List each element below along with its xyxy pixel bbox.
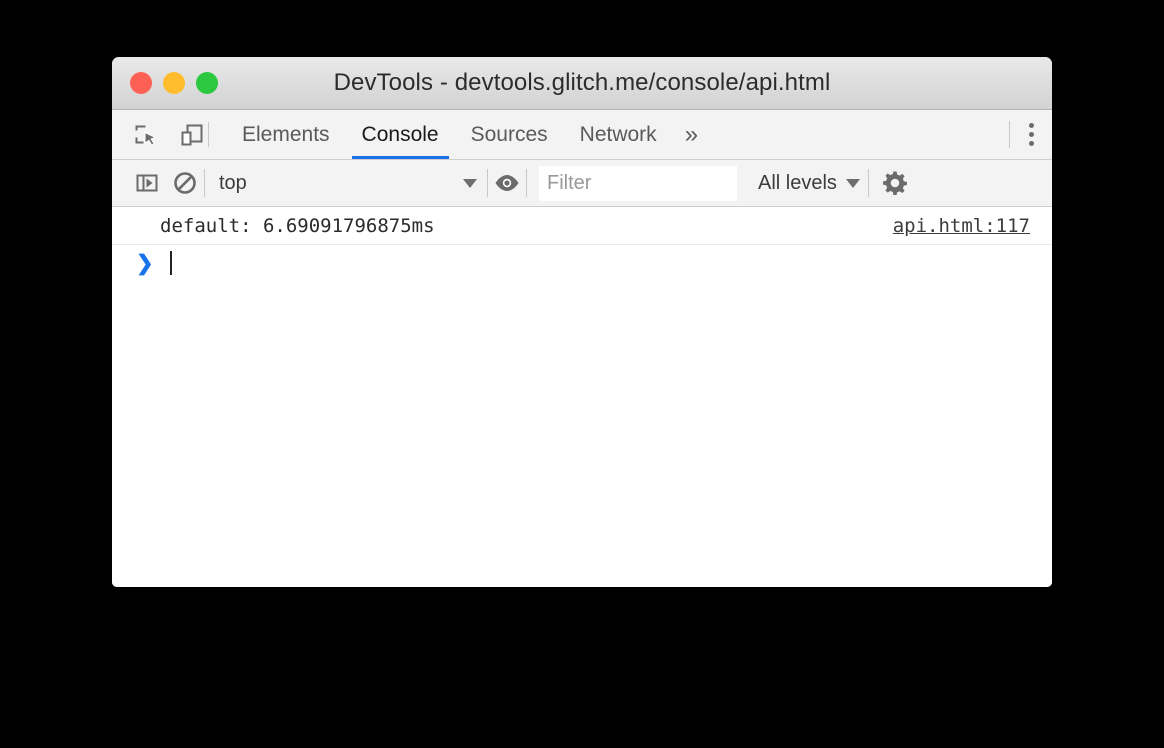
traffic-lights [130,57,218,109]
toolbar-divider-4 [867,169,869,197]
devtools-tabstrip: Elements Console Sources Network » [112,110,1052,160]
menu-dot [1028,141,1034,146]
console-filter-toolbar: top All levels [112,160,1052,207]
tabstrip-right-group [1009,110,1052,159]
devtools-window: DevTools - devtools.glitch.me/console/ap… [112,57,1052,587]
tab-sources-label: Sources [470,122,548,146]
maximize-window-button[interactable] [196,72,218,94]
window-titlebar: DevTools - devtools.glitch.me/console/ap… [112,57,1052,110]
chevron-down-icon [845,178,860,188]
tab-elements[interactable]: Elements [226,110,346,159]
clear-console-icon[interactable] [166,164,204,202]
tab-console[interactable]: Console [346,110,455,159]
console-prompt-row[interactable]: ❯ [112,245,1052,281]
console-message-text: default: 6.69091796875ms [160,214,435,237]
prompt-chevron-icon: ❯ [136,251,154,275]
tab-elements-label: Elements [242,122,330,146]
console-source-link[interactable]: api.html:117 [893,215,1030,237]
eye-icon[interactable] [488,164,526,202]
more-tabs-button[interactable]: » [673,110,712,159]
log-level-selector[interactable]: All levels [750,164,868,202]
menu-dot [1028,123,1034,128]
tab-sources[interactable]: Sources [455,110,564,159]
window-title: DevTools - devtools.glitch.me/console/ap… [333,69,831,96]
gear-icon[interactable] [873,161,917,205]
execution-context-label: top [219,171,247,194]
prompt-text-caret [169,251,172,275]
console-message-row[interactable]: default: 6.69091796875ms api.html:117 [112,207,1052,245]
tab-list: Elements Console Sources Network » [226,110,712,159]
toolbar-divider-3 [526,169,527,197]
filter-input[interactable] [539,165,737,201]
minimize-window-button[interactable] [163,72,185,94]
tab-network[interactable]: Network [564,110,673,159]
tab-console-label: Console [361,122,439,146]
chevron-down-icon [463,178,477,188]
console-output-area[interactable]: default: 6.69091796875ms api.html:117 ❯ [112,207,1052,587]
log-level-label: All levels [758,171,837,194]
device-toolbar-icon[interactable] [176,119,208,151]
menu-dot [1028,132,1034,137]
tabstrip-left-icons [112,110,208,159]
console-sidebar-icon[interactable] [128,164,166,202]
execution-context-selector[interactable]: top [205,164,487,202]
close-window-button[interactable] [130,72,152,94]
more-options-icon[interactable] [1010,110,1052,160]
tab-network-label: Network [579,122,657,146]
inspect-element-icon[interactable] [130,119,162,151]
tabstrip-divider [208,122,209,147]
